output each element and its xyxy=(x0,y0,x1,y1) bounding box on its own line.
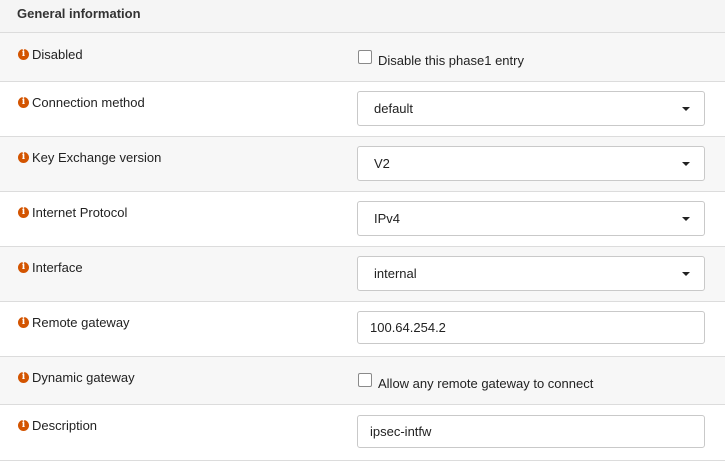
info-icon[interactable]: i xyxy=(18,317,29,328)
caret-down-icon xyxy=(682,107,690,111)
info-icon[interactable]: i xyxy=(18,207,29,218)
info-icon[interactable]: i xyxy=(18,420,29,431)
section-title: General information xyxy=(17,6,141,21)
row-connection-method: i Connection method default xyxy=(0,82,725,137)
interface-select[interactable]: internal xyxy=(357,256,705,291)
dynamic-gateway-label: Dynamic gateway xyxy=(32,370,135,385)
general-information-panel: General information i Disabled Disable t… xyxy=(0,0,725,461)
info-icon[interactable]: i xyxy=(18,97,29,108)
row-interface: i Interface internal xyxy=(0,247,725,302)
info-icon[interactable]: i xyxy=(18,49,29,60)
description-input[interactable]: ipsec-intfw xyxy=(357,415,705,448)
description-value: ipsec-intfw xyxy=(370,424,432,439)
internet-protocol-select[interactable]: IPv4 xyxy=(357,201,705,236)
connection-method-value: default xyxy=(374,101,414,116)
dynamic-gateway-checkbox-label[interactable]: Allow any remote gateway to connect xyxy=(378,376,593,391)
internet-protocol-label: Internet Protocol xyxy=(32,205,128,220)
internet-protocol-value: IPv4 xyxy=(374,211,401,226)
description-label: Description xyxy=(32,418,98,433)
info-icon[interactable]: i xyxy=(18,262,29,273)
key-exchange-version-label: Key Exchange version xyxy=(32,150,162,165)
row-disabled: i Disabled Disable this phase1 entry xyxy=(0,33,725,82)
disabled-checkbox-label[interactable]: Disable this phase1 entry xyxy=(378,53,524,68)
dynamic-gateway-checkbox[interactable] xyxy=(358,373,372,387)
row-internet-protocol: i Internet Protocol IPv4 xyxy=(0,192,725,247)
key-exchange-version-value: V2 xyxy=(374,156,390,171)
caret-down-icon xyxy=(682,162,690,166)
row-remote-gateway: i Remote gateway 100.64.254.2 xyxy=(0,302,725,357)
section-header: General information xyxy=(0,0,725,33)
disabled-checkbox[interactable] xyxy=(358,50,372,64)
interface-label: Interface xyxy=(32,260,83,275)
info-icon[interactable]: i xyxy=(18,152,29,163)
connection-method-select[interactable]: default xyxy=(357,91,705,126)
info-icon[interactable]: i xyxy=(18,372,29,383)
interface-value: internal xyxy=(374,266,417,281)
disabled-label: Disabled xyxy=(32,47,83,62)
caret-down-icon xyxy=(682,217,690,221)
row-key-exchange-version: i Key Exchange version V2 xyxy=(0,137,725,192)
caret-down-icon xyxy=(682,272,690,276)
remote-gateway-label: Remote gateway xyxy=(32,315,130,330)
key-exchange-version-select[interactable]: V2 xyxy=(357,146,705,181)
row-description: i Description ipsec-intfw xyxy=(0,405,725,461)
row-dynamic-gateway: i Dynamic gateway Allow any remote gatew… xyxy=(0,357,725,405)
connection-method-label: Connection method xyxy=(32,95,145,110)
remote-gateway-input[interactable]: 100.64.254.2 xyxy=(357,311,705,344)
remote-gateway-value: 100.64.254.2 xyxy=(370,320,446,335)
